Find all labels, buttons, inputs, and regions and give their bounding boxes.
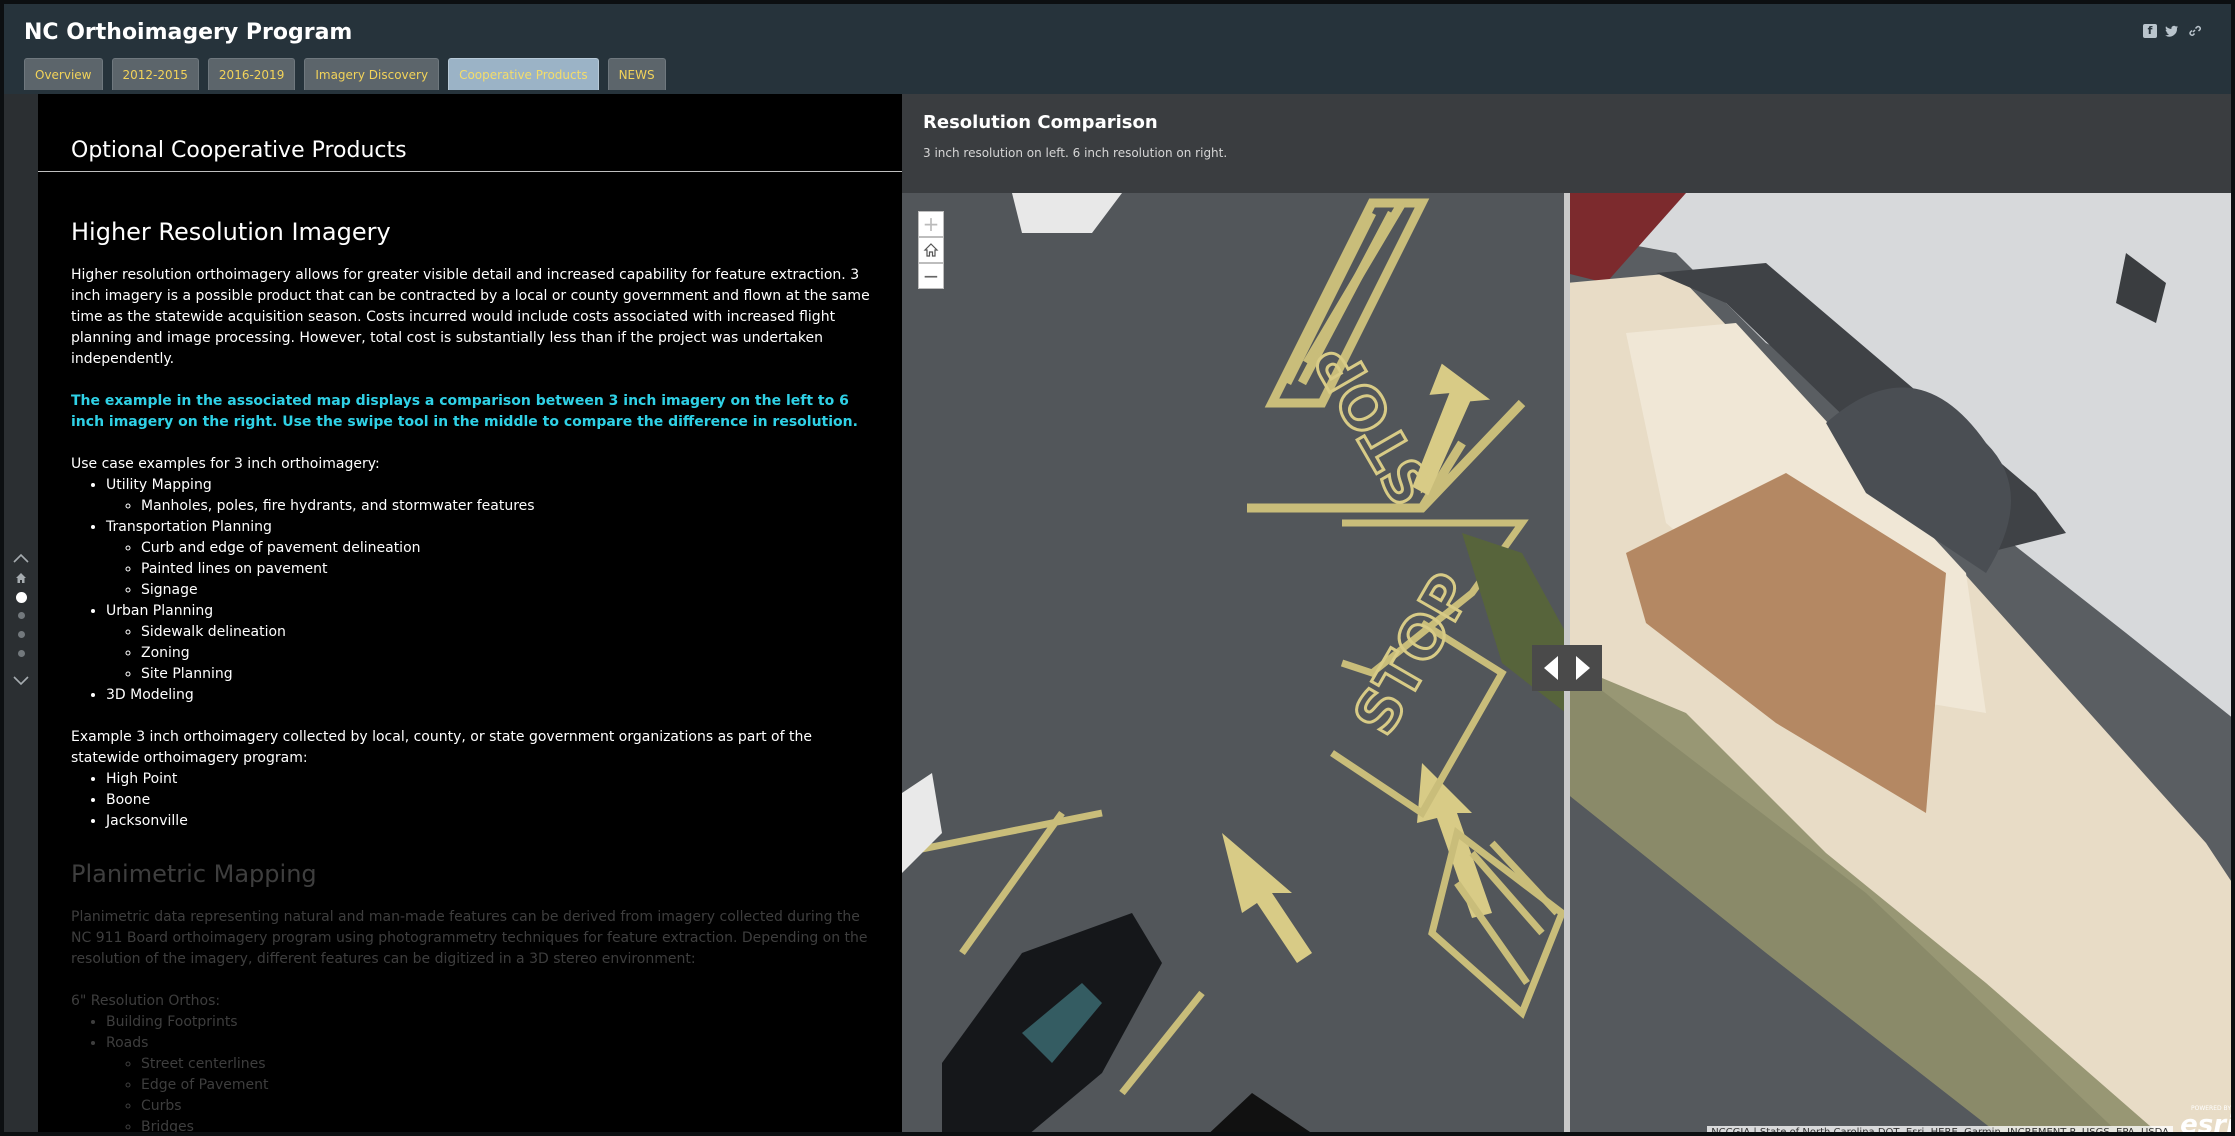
narrative-panel[interactable]: Optional Cooperative Products Higher Res…: [38, 94, 902, 1132]
list-item: Transportation Planning Curb and edge of…: [106, 517, 881, 601]
higher-res-heading: Higher Resolution Imagery: [71, 218, 391, 246]
planimetric-list: Building Footprints Roads Street centerl…: [71, 1012, 881, 1132]
tab-bar: Overview 2012-2015 2016-2019 Imagery Dis…: [24, 58, 666, 90]
list-item: Zoning: [141, 643, 881, 664]
use-case-lead: Use case examples for 3 inch orthoimager…: [71, 456, 380, 472]
esri-logo[interactable]: esri: [2180, 1112, 2231, 1132]
list-item: Boone: [106, 790, 881, 811]
narrative-content: Higher Resolution Imagery Higher resolut…: [71, 217, 881, 1132]
facebook-icon[interactable]: f: [2143, 24, 2157, 38]
nav-dot-1[interactable]: [16, 592, 27, 603]
map-view[interactable]: STOP STOP + − NCCGIA | State of North Ca…: [902, 193, 2231, 1132]
tab-imagery-discovery[interactable]: Imagery Discovery: [304, 58, 440, 90]
examples-lead: Example 3 inch orthoimagery collected by…: [71, 729, 812, 766]
list-item: Bridges: [141, 1117, 881, 1132]
map-panel: Resolution Comparison 3 inch resolution …: [902, 94, 2231, 1132]
nav-dot-2[interactable]: [18, 612, 25, 619]
nav-dot-3[interactable]: [18, 631, 25, 638]
list-item: Curb and edge of pavement delineation: [141, 538, 881, 559]
planimetric-section: Planimetric Mapping Planimetric data rep…: [71, 859, 881, 1132]
list-item: High Point: [106, 769, 881, 790]
home-icon[interactable]: [15, 572, 27, 584]
list-item: Manholes, poles, fire hydrants, and stor…: [141, 496, 881, 517]
list-item: Painted lines on pavement: [141, 559, 881, 580]
swipe-handle[interactable]: [1532, 645, 1602, 691]
use-case-list: Utility Mapping Manholes, poles, fire hy…: [71, 475, 881, 706]
arrow-left-icon: [1544, 656, 1558, 680]
map-title: Resolution Comparison: [923, 112, 1158, 133]
chevron-up-icon[interactable]: [12, 549, 30, 567]
list-item: Roads Street centerlines Edge of Pavemen…: [106, 1033, 881, 1132]
examples-list: High Point Boone Jacksonville: [71, 769, 881, 832]
section-title: Optional Cooperative Products: [71, 138, 407, 163]
tab-overview[interactable]: Overview: [24, 58, 103, 90]
list-item: Street centerlines: [141, 1054, 881, 1075]
chevron-down-icon[interactable]: [12, 672, 30, 690]
list-item: Site Planning: [141, 664, 881, 685]
imagery-3-inch: STOP STOP: [902, 193, 1566, 1132]
social-links: f: [2143, 24, 2201, 38]
home-icon[interactable]: [918, 237, 944, 263]
higher-res-intro: Higher resolution orthoimagery allows fo…: [71, 267, 870, 367]
map-subtitle: 3 inch resolution on left. 6 inch resolu…: [923, 146, 1228, 160]
zoom-out-icon[interactable]: −: [918, 263, 944, 289]
list-item: Signage: [141, 580, 881, 601]
tab-news[interactable]: NEWS: [607, 58, 666, 90]
map-attribution: NCCGIA | State of North Carolina DOT, Es…: [1707, 1126, 2173, 1132]
arrow-right-icon: [1576, 656, 1590, 680]
list-item: Building Footprints: [106, 1012, 881, 1033]
list-item: Curbs: [141, 1096, 881, 1117]
app-window: NC Orthoimagery Program f Overview 2012-…: [0, 0, 2235, 1136]
zoom-controls: + −: [918, 211, 944, 289]
list-item: Edge of Pavement: [141, 1075, 881, 1096]
planimetric-intro: Planimetric data representing natural an…: [71, 909, 868, 967]
zoom-in-icon[interactable]: +: [918, 211, 944, 237]
list-item: Urban Planning Sidewalk delineation Zoni…: [106, 601, 881, 685]
header: NC Orthoimagery Program f Overview 2012-…: [4, 4, 2231, 94]
section-nav: [4, 94, 38, 1132]
tab-2016-2019[interactable]: 2016-2019: [207, 58, 296, 90]
list-item: Jacksonville: [106, 811, 881, 832]
section-divider: [38, 171, 902, 172]
app-title: NC Orthoimagery Program: [24, 20, 353, 45]
planimetric-lead: 6" Resolution Orthos:: [71, 993, 221, 1009]
list-item: Sidewalk delineation: [141, 622, 881, 643]
list-item: 3D Modeling: [106, 685, 881, 706]
imagery-6-inch: [1566, 193, 2231, 1132]
tab-2012-2015[interactable]: 2012-2015: [111, 58, 199, 90]
swipe-instructions: The example in the associated map displa…: [71, 393, 858, 430]
nav-dot-4[interactable]: [18, 650, 25, 657]
tab-cooperative-products[interactable]: Cooperative Products: [448, 58, 599, 90]
list-item: Utility Mapping Manholes, poles, fire hy…: [106, 475, 881, 517]
planimetric-heading: Planimetric Mapping: [71, 860, 317, 888]
twitter-icon[interactable]: [2165, 24, 2179, 38]
link-icon[interactable]: [2187, 24, 2201, 38]
